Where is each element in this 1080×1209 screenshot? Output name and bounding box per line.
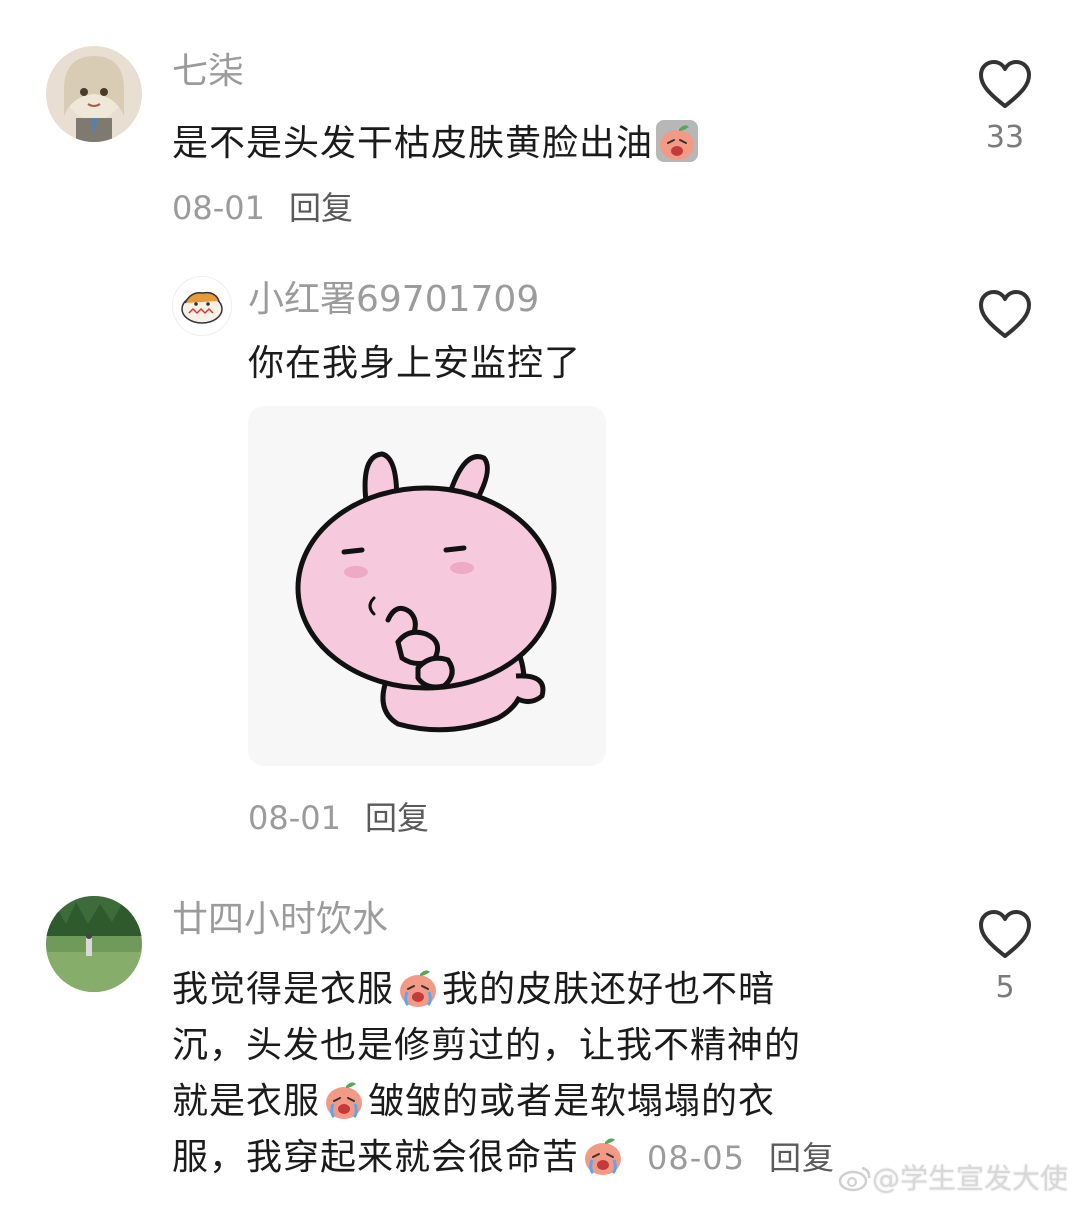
heart-outline-icon [979,290,1031,338]
comment-date: 08-01 [248,799,341,837]
watermark: @学生宣发大使 [838,1157,1068,1197]
reply-button[interactable]: 回复 [365,799,429,837]
avatar[interactable] [46,46,142,142]
comment-text: 是不是头发干枯皮肤黄脸出油 [172,116,932,172]
comment-text-segment: 就是衣服 [172,1081,321,1122]
comment-text-segment: 我的皮肤还好也不暗 [442,969,776,1010]
crying-peach-emoji-icon [581,1133,625,1177]
comment-meta: 08-01 回复 [172,188,353,228]
username[interactable]: 七柒 [172,50,244,94]
like-button[interactable]: 33 [970,58,1040,158]
watermark-text: @学生宣发大使 [871,1162,1068,1195]
comment-text-segment: 是不是头发干枯皮肤黄脸出油 [172,123,654,164]
comment-line: 服，我穿起来就会很命苦 08-05 回复 [172,1130,932,1186]
comment-meta: 08-01 回复 [248,798,429,838]
comment-text: 我觉得是衣服 我的皮肤还好也不暗 沉，头发也是修剪过的，让我不精神的 就是衣服 皱皱… [172,962,932,1186]
like-count: 5 [995,970,1015,1005]
username[interactable]: 小红署69701709 [248,278,539,322]
weibo-logo-icon [838,1164,872,1192]
comment-date: 08-01 [172,189,265,227]
avatar[interactable] [172,276,232,336]
like-count: 33 [985,120,1025,155]
comment-date: 08-05 [647,1139,745,1177]
crying-peach-emoji-icon [396,965,440,1009]
comment-line: 沉，头发也是修剪过的，让我不精神的 [172,1025,802,1066]
crying-peach-emoji-icon [655,119,699,163]
comment-text-segment: 我觉得是衣服 [172,969,395,1010]
comment-line: 就是衣服 皱皱的或者是软塌塌的衣 [172,1074,932,1130]
comment-list: 七柒 是不是头发干枯皮肤黄脸出油 08-01 回复 33 小红署69701709 … [0,0,1080,1209]
pink-bunny-sticker [295,451,557,733]
comment-text-segment: 服，我穿起来就会很命苦 [172,1137,580,1178]
reply-button[interactable]: 回复 [769,1139,835,1177]
avatar[interactable] [46,896,142,992]
heart-outline-icon [979,910,1031,958]
like-button[interactable]: 5 [970,908,1040,1008]
heart-outline-icon [979,60,1031,108]
comment-line: 我觉得是衣服 我的皮肤还好也不暗 [172,962,932,1018]
comment-meta: 08-05 回复 [647,1139,835,1177]
reply-button[interactable]: 回复 [289,189,353,227]
username[interactable]: 廿四小时饮水 [172,898,388,942]
sticker-image[interactable] [248,406,606,766]
comment-text-segment: 皱皱的或者是软塌塌的衣 [368,1081,776,1122]
crying-peach-emoji-icon [322,1077,366,1121]
like-button[interactable] [970,288,1040,348]
comment-text: 你在我身上安监控了 [248,343,582,384]
